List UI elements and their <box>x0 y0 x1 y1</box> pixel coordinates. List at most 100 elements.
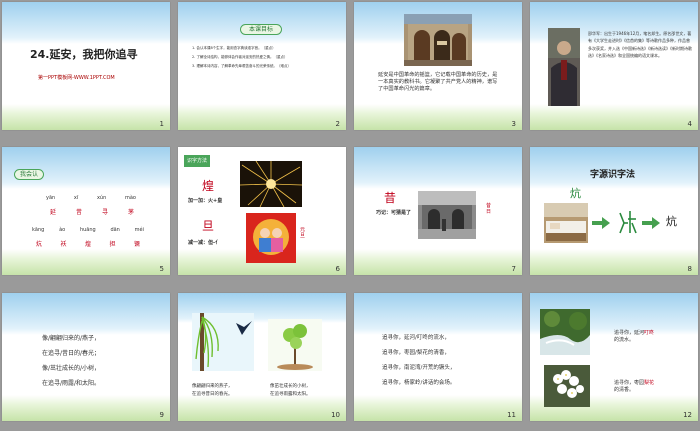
grass-background <box>2 104 170 130</box>
slide-number: 5 <box>159 265 164 273</box>
arrow-icon <box>592 217 610 229</box>
recognize-badge: 我会认 <box>14 169 44 180</box>
goal-item-2: 2. 了解全诗结构，能够体会作者对延安的热爱之情。（重点） <box>192 55 288 59</box>
sapling-illustration <box>268 319 322 371</box>
pear-blossom-photo <box>544 365 590 407</box>
sky-background <box>2 2 170 44</box>
grass-background <box>530 104 698 130</box>
method-title: 字源识字法 <box>590 170 636 180</box>
slide-thumbnail-5[interactable]: 我会认 yān xī xún mào 延 昔 寻 茅 kāng ào huāng… <box>2 147 170 275</box>
slide-title: 24.延安，我把你追寻 <box>30 48 138 61</box>
poem-line-1: 像/翩翩归来的/燕子， <box>42 335 101 342</box>
goal-item-3: 3. 理解本诗内容，了解革命先辈艰苦奋斗的光荣传统。（难点） <box>192 64 291 68</box>
method-badge-label: 识字方法 <box>186 158 207 164</box>
pinyin: xún <box>96 195 107 201</box>
char: 茅 <box>127 209 134 216</box>
grass-background <box>354 249 522 275</box>
highlight-word: 叮咚 <box>644 330 655 336</box>
author-bio-text: 邵华军：出生于1946年12月，笔名邦生。原名邵世文，著有《大学生走进时》《信首… <box>588 31 692 59</box>
poem-line-1: 追寻你，延河/叮咚的流水， <box>382 335 450 341</box>
slide-subtitle: 第一PPT模板网-WWW.1PPT.COM <box>38 75 115 81</box>
goals-badge: 本课目标 <box>240 24 282 35</box>
char-xi: 昔 <box>384 191 397 205</box>
slide-number: 10 <box>331 411 340 419</box>
slide-thumbnail-10[interactable]: 像翩翩归来的燕子， 在追寻昔日的春光。 像茁壮成长的小树， 在追寻雨露和太阳。 … <box>178 293 346 421</box>
char-row-1: 延 昔 寻 茅 <box>50 207 134 216</box>
slide-thumbnail-8[interactable]: 字源识字法 炕 炕 8 <box>530 147 698 275</box>
slide-thumbnail-1[interactable]: 24.延安，我把你追寻 第一PPT模板网-WWW.1PPT.COM 1 <box>2 2 170 130</box>
pinyin: ào <box>59 227 66 233</box>
char-kang: 炕 <box>570 187 581 200</box>
yanan-cave-photo <box>404 14 472 66</box>
poem-line-3: 追寻你，南泥湾/开荒的镢头， <box>382 365 456 371</box>
text-segment: 的清香。 <box>614 387 635 393</box>
grass-background <box>354 395 522 421</box>
goal-item-1: 1. 会认本课8个生字，能用查字典读准字音。（重点） <box>192 46 276 50</box>
poem-line-2: 追寻你，枣园/梨花的清香， <box>382 350 450 356</box>
text-segment: 枣园 <box>634 380 645 386</box>
author-portrait <box>548 28 580 106</box>
grass-background <box>354 104 522 130</box>
slide-number: 6 <box>335 265 340 273</box>
slide-number: 1 <box>159 120 164 128</box>
char: 炕 <box>36 241 43 248</box>
slide-number: 12 <box>683 411 692 419</box>
pinyin: kāng <box>32 227 45 233</box>
rule-subtract: 减一减：但-亻 <box>188 240 221 246</box>
pinyin: mào <box>124 195 136 201</box>
grass-background <box>530 249 698 275</box>
stream-photo <box>540 309 590 355</box>
grass-background <box>178 104 346 130</box>
arrow-icon <box>642 217 660 229</box>
char: 镢 <box>133 241 140 248</box>
char-kang-modern: 炕 <box>666 215 677 228</box>
poem-line-1: 追寻你，延河叮咚 的流水。 <box>614 329 684 343</box>
text-segment: 延河 <box>634 330 645 336</box>
side-note: 昔日 <box>486 203 492 215</box>
char-dan: 旦 <box>202 219 215 233</box>
pinyin: xī <box>73 195 79 201</box>
slide-thumbnail-6[interactable]: 识字方法 煌 加一加：火+皇 旦 减一减：但-亻 元旦 6 <box>178 147 346 275</box>
char: 延 <box>50 209 57 216</box>
text-segment: 的流水。 <box>614 337 635 343</box>
poster-text: 元旦 <box>300 227 306 239</box>
char: 昔 <box>75 209 82 216</box>
poem-line-2: 在追寻/昔日的/春光； <box>42 350 101 357</box>
poem-line-4: 追寻你，杨家岭/讲话的会场。 <box>382 380 456 386</box>
pinyin-row-1: yān xī xún mào <box>46 195 136 201</box>
poem-line-3: 像/茁壮成长的/小树， <box>42 365 101 372</box>
new-year-poster <box>246 213 296 263</box>
slide-number: 4 <box>687 120 692 128</box>
text-segment: 追寻你， <box>614 330 635 336</box>
char: 煌 <box>84 241 91 248</box>
pinyin-row-2: kāng ào huāng dān méi <box>32 227 144 233</box>
slide-thumbnail-11[interactable]: 追寻你，延河/叮咚的流水， 追寻你，枣园/梨花的清香， 追寻你，南泥湾/开荒的镢… <box>354 293 522 421</box>
caption-left-1: 像翩翩归来的燕子， <box>192 384 233 389</box>
grass-background <box>178 395 346 421</box>
slide-thumbnail-3[interactable]: 延安是中国革命的摇篮，它记载中国革命的历史，是一本真实的教科书。它凝聚了共产党人… <box>354 2 522 130</box>
poem-line-4: 在追寻/雨露/和太阳。 <box>42 380 101 387</box>
kang-bed-photo <box>544 203 588 243</box>
caption-right-2: 在追寻雨露和太阳。 <box>270 392 311 397</box>
slide-thumbnail-9[interactable]: 像/翩翩归来的/燕子， 在追寻/昔日的/春光； 像/茁壮成长的/小树， 在追寻/… <box>2 293 170 421</box>
slide-thumbnail-7[interactable]: 昔 巧记：可猜是了 昔日 7 <box>354 147 522 275</box>
sky-background <box>2 293 170 335</box>
slide-thumbnail-4[interactable]: 邵华军：出生于1946年12月，笔名邦生。原名邵世文，著有《大学生走进时》《信首… <box>530 2 698 130</box>
char: 袄 <box>60 241 67 248</box>
slide-thumbnail-2[interactable]: 本课目标 1. 会认本课8个生字，能用查字典读准字音。（重点） 2. 了解全诗结… <box>178 2 346 130</box>
slide-number: 7 <box>511 265 516 273</box>
ancient-char-icon <box>616 209 638 235</box>
pinyin: méi <box>134 227 144 233</box>
slide-thumbnail-12[interactable]: 追寻你，延河叮咚 的流水。 追寻你，枣园梨花 的清香。 12 <box>530 293 698 421</box>
char: 担 <box>109 241 116 248</box>
char-huang: 煌 <box>202 179 215 193</box>
memory-rule: 巧记：可猜是了 <box>376 210 412 216</box>
sky-background <box>354 147 522 189</box>
sky-background <box>354 293 522 335</box>
char-row-2: 炕 袄 煌 担 镢 <box>36 239 140 248</box>
slide-number: 2 <box>335 120 340 128</box>
slide-number: 8 <box>687 265 692 273</box>
pinyin: huāng <box>79 227 96 233</box>
method-badge: 识字方法 <box>184 155 210 167</box>
pinyin: dān <box>110 227 120 233</box>
